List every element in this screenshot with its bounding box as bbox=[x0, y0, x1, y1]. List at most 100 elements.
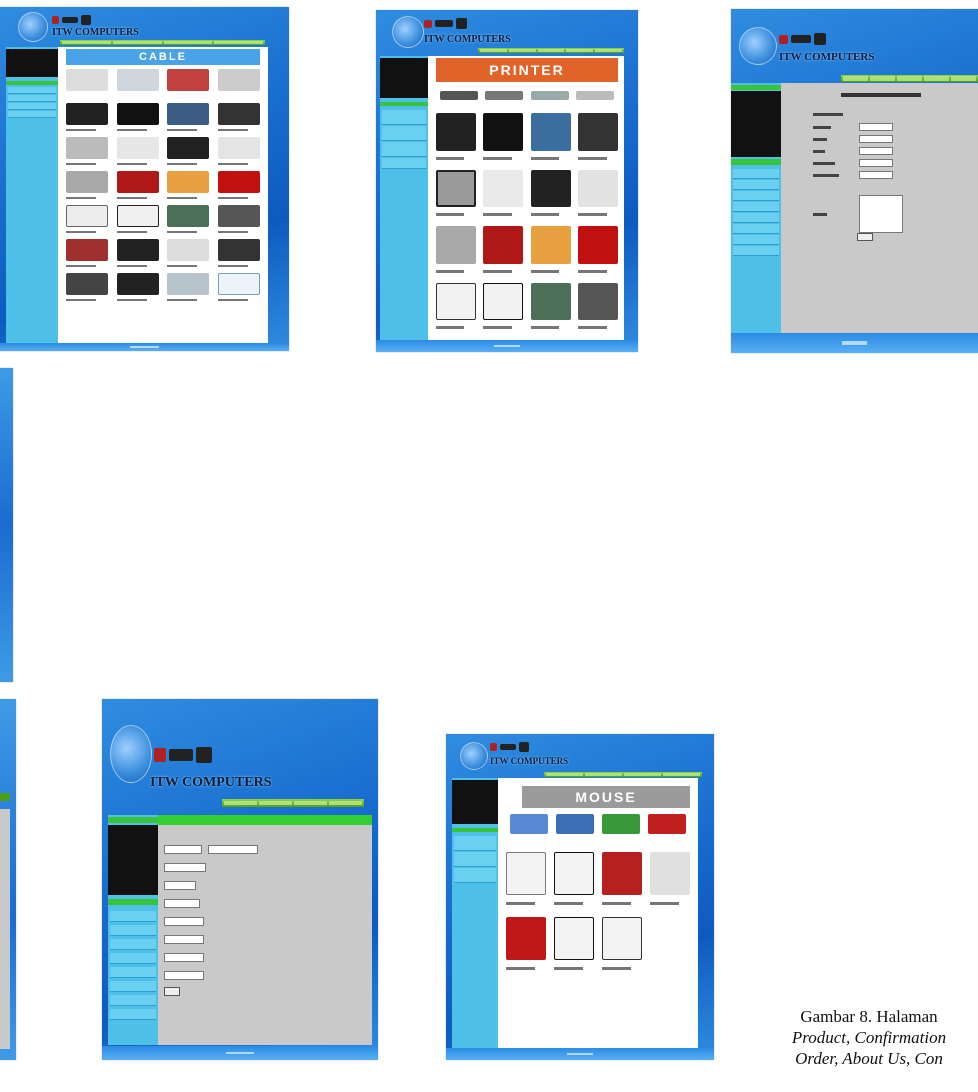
product-card[interactable] bbox=[62, 135, 113, 169]
product-card[interactable] bbox=[113, 67, 164, 101]
category-item[interactable] bbox=[8, 95, 56, 102]
product-card[interactable] bbox=[214, 237, 265, 271]
product-card[interactable] bbox=[432, 167, 480, 224]
product-card[interactable] bbox=[62, 203, 113, 237]
form-input[interactable] bbox=[859, 147, 893, 155]
product-card[interactable] bbox=[62, 67, 113, 101]
product-card[interactable] bbox=[598, 848, 646, 913]
category-item[interactable] bbox=[733, 213, 779, 223]
category-item[interactable] bbox=[733, 202, 779, 212]
category-item[interactable] bbox=[733, 235, 779, 245]
product-card[interactable] bbox=[575, 167, 623, 224]
category-item[interactable] bbox=[8, 87, 56, 94]
product-card[interactable] bbox=[163, 169, 214, 203]
form-input[interactable] bbox=[164, 935, 204, 944]
product-card[interactable] bbox=[598, 913, 646, 978]
product-card[interactable] bbox=[214, 67, 265, 101]
product-card[interactable] bbox=[480, 167, 528, 224]
category-item[interactable] bbox=[110, 953, 156, 964]
product-card[interactable] bbox=[575, 223, 623, 280]
form-select[interactable] bbox=[164, 899, 200, 908]
submit-button[interactable] bbox=[857, 233, 873, 241]
product-card[interactable] bbox=[113, 271, 164, 305]
form-input[interactable] bbox=[164, 917, 204, 926]
product-card[interactable] bbox=[480, 280, 528, 337]
form-input[interactable] bbox=[859, 171, 893, 179]
form-input[interactable] bbox=[859, 135, 893, 143]
product-card[interactable] bbox=[575, 110, 623, 167]
product-card[interactable] bbox=[113, 237, 164, 271]
category-item[interactable] bbox=[110, 925, 156, 936]
product-card[interactable] bbox=[163, 271, 214, 305]
product-card[interactable] bbox=[575, 280, 623, 337]
product-card[interactable] bbox=[214, 101, 265, 135]
category-item[interactable] bbox=[733, 169, 779, 179]
category-item[interactable] bbox=[382, 142, 426, 157]
submit-button[interactable] bbox=[164, 987, 180, 996]
product-card[interactable] bbox=[163, 237, 214, 271]
product-card[interactable] bbox=[113, 101, 164, 135]
product-card[interactable] bbox=[527, 167, 575, 224]
product-card[interactable] bbox=[163, 203, 214, 237]
brand-name: ITW COMPUTERS bbox=[490, 756, 569, 766]
form-title bbox=[841, 93, 921, 97]
product-card[interactable] bbox=[527, 280, 575, 337]
form-select[interactable] bbox=[164, 863, 206, 872]
category-item[interactable] bbox=[8, 111, 56, 118]
product-card[interactable] bbox=[214, 203, 265, 237]
form-input[interactable] bbox=[164, 971, 204, 980]
product-card[interactable] bbox=[480, 223, 528, 280]
category-item[interactable] bbox=[110, 981, 156, 992]
category-item[interactable] bbox=[733, 246, 779, 256]
product-card[interactable] bbox=[113, 169, 164, 203]
product-card[interactable] bbox=[214, 271, 265, 305]
product-card[interactable] bbox=[550, 913, 598, 978]
category-item[interactable] bbox=[110, 911, 156, 922]
product-card[interactable] bbox=[480, 110, 528, 167]
product-card[interactable] bbox=[527, 110, 575, 167]
category-item[interactable] bbox=[110, 1009, 156, 1020]
category-item[interactable] bbox=[382, 158, 426, 169]
category-item[interactable] bbox=[382, 126, 426, 141]
category-item[interactable] bbox=[733, 191, 779, 201]
form-input[interactable] bbox=[859, 159, 893, 167]
product-card[interactable] bbox=[163, 135, 214, 169]
product-card[interactable] bbox=[62, 237, 113, 271]
category-item[interactable] bbox=[8, 103, 56, 110]
product-card[interactable] bbox=[502, 913, 550, 978]
product-card[interactable] bbox=[502, 848, 550, 913]
form-row bbox=[813, 171, 893, 179]
product-card[interactable] bbox=[113, 135, 164, 169]
category-item[interactable] bbox=[110, 939, 156, 950]
product-card[interactable] bbox=[432, 223, 480, 280]
product-card[interactable] bbox=[62, 101, 113, 135]
product-card[interactable] bbox=[113, 203, 164, 237]
product-card[interactable] bbox=[62, 169, 113, 203]
category-item[interactable] bbox=[733, 180, 779, 190]
form-input[interactable] bbox=[164, 845, 202, 854]
category-item[interactable] bbox=[382, 110, 426, 125]
form-input[interactable] bbox=[859, 123, 893, 131]
product-card[interactable] bbox=[550, 848, 598, 913]
product-card[interactable] bbox=[527, 223, 575, 280]
form-input[interactable] bbox=[164, 881, 196, 890]
category-item[interactable] bbox=[110, 995, 156, 1006]
device-images bbox=[52, 15, 91, 25]
form-textarea[interactable] bbox=[859, 195, 903, 233]
form-input[interactable] bbox=[208, 845, 258, 854]
product-card[interactable] bbox=[646, 848, 694, 913]
category-item[interactable] bbox=[454, 836, 496, 851]
product-card[interactable] bbox=[62, 271, 113, 305]
product-card[interactable] bbox=[432, 110, 480, 167]
product-card[interactable] bbox=[214, 135, 265, 169]
product-card[interactable] bbox=[163, 67, 214, 101]
product-card[interactable] bbox=[432, 280, 480, 337]
category-item[interactable] bbox=[454, 868, 496, 883]
form-input[interactable] bbox=[164, 953, 204, 962]
product-card[interactable] bbox=[163, 101, 214, 135]
category-item[interactable] bbox=[454, 852, 496, 867]
product-card[interactable] bbox=[214, 169, 265, 203]
caption-line-3: Order, About Us, Con bbox=[795, 1049, 943, 1068]
category-item[interactable] bbox=[733, 224, 779, 234]
category-item[interactable] bbox=[110, 967, 156, 978]
